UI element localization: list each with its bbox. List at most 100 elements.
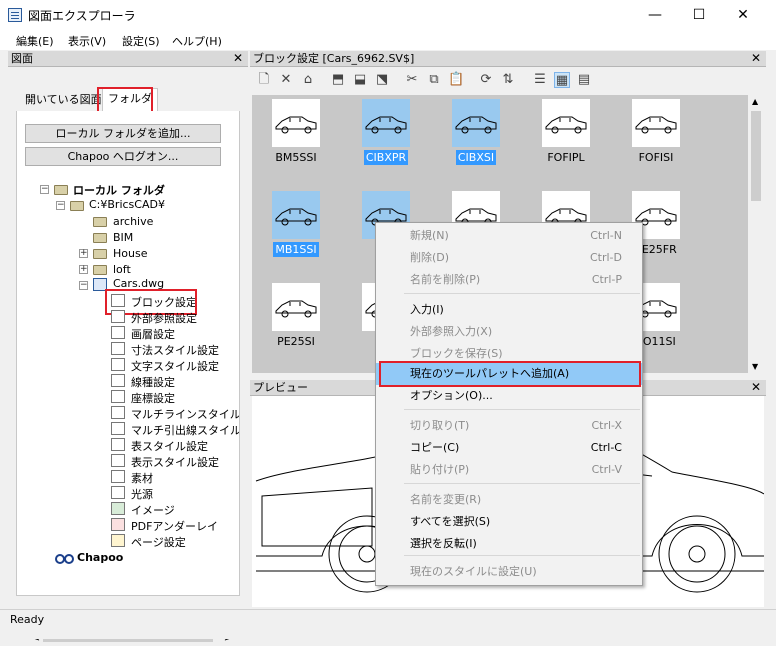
block-vertical-scrollbar[interactable]: ▲ ▼ — [748, 95, 764, 373]
menu-edit[interactable]: 編集(E) — [16, 33, 54, 49]
menu-settings[interactable]: 設定(S) — [122, 33, 160, 49]
block-panel-close-icon[interactable]: ✕ — [751, 51, 761, 66]
expander-cars[interactable]: − — [79, 281, 88, 290]
ctx-copy[interactable]: コピー(C) Ctrl-C — [376, 437, 642, 459]
purge-icon[interactable]: ⌂ — [300, 72, 316, 88]
ctx-invert-selection[interactable]: 選択を反転(I) — [376, 533, 642, 555]
tab-open-drawings[interactable]: 開いている図面 — [20, 90, 107, 112]
tree-layer-settings[interactable]: 画層設定 — [131, 326, 175, 342]
tree-folder-archive[interactable]: archive — [113, 215, 153, 228]
ctx-delete[interactable]: 削除(D) Ctrl-D — [376, 247, 642, 269]
folder-icon — [93, 217, 107, 227]
drawing-panel-close-icon[interactable]: ✕ — [233, 51, 243, 66]
menu-item-label: オプション(O)... — [410, 389, 493, 402]
block-thumbnail[interactable]: FOFISI — [616, 99, 696, 185]
chapoo-logon-button[interactable]: Chapoo へログオン... — [25, 147, 221, 166]
block-thumbnail[interactable]: PE25SI — [256, 283, 336, 369]
menu-separator — [404, 293, 640, 294]
add-local-folder-button[interactable]: ローカル フォルダを追加... — [25, 124, 221, 143]
block-thumbnail[interactable]: CIBXPR — [346, 99, 426, 185]
expander-house[interactable]: + — [79, 249, 88, 258]
ctx-cut[interactable]: 切り取り(T) Ctrl-X — [376, 415, 642, 437]
drawing-panel-title: 図面 — [11, 52, 33, 65]
preview-panel-close-icon[interactable]: ✕ — [751, 380, 761, 395]
car-block-icon — [632, 99, 680, 147]
detail-view-icon[interactable]: ▤ — [576, 72, 592, 88]
text-style-icon — [111, 358, 125, 371]
copy-icon[interactable]: ⧉ — [426, 72, 442, 88]
ctx-options[interactable]: オプション(O)... — [376, 385, 642, 407]
status-text: Ready — [10, 613, 45, 626]
table-style-icon — [111, 438, 125, 451]
ctx-insert[interactable]: 入力(I) — [376, 299, 642, 321]
folder-icon — [93, 265, 107, 275]
tree-dimstyle-settings[interactable]: 寸法スタイル設定 — [131, 342, 219, 358]
block-thumbnail[interactable]: BM5SSI — [256, 99, 336, 185]
ctx-set-current[interactable]: 現在のスタイルに設定(U) — [376, 561, 642, 583]
tree-local-folder[interactable]: ローカル フォルダ — [73, 182, 165, 198]
car-block-icon — [362, 99, 410, 147]
tree-xref-settings[interactable]: 外部参照設定 — [131, 310, 197, 326]
tree-folder-house[interactable]: House — [113, 247, 147, 260]
expander-root[interactable]: − — [56, 201, 65, 210]
ctx-select-all[interactable]: すべてを選択(S) — [376, 511, 642, 533]
scroll-up-icon[interactable]: ▲ — [752, 97, 758, 106]
dimension-style-icon — [111, 342, 125, 355]
save-block-icon[interactable]: ⬔ — [374, 72, 390, 88]
ctx-xref-insert[interactable]: 外部参照入力(X) — [376, 321, 642, 343]
paste-icon[interactable]: 📋 — [448, 72, 464, 88]
expander-loft[interactable]: + — [79, 265, 88, 274]
tree-mleaderstyle-settings[interactable]: マルチ引出線スタイル設定 — [131, 422, 239, 438]
tree-materials[interactable]: 素材 — [131, 470, 153, 486]
refresh-icon[interactable]: ⇅ — [500, 72, 516, 88]
tree-linetype-settings[interactable]: 線種設定 — [131, 374, 175, 390]
insert-icon[interactable]: ⬒ — [330, 72, 346, 88]
menu-item-label: 削除(D) — [410, 251, 450, 264]
tree-folder-bim[interactable]: BIM — [113, 231, 133, 244]
block-thumbnail[interactable]: FOFIPL — [526, 99, 606, 185]
minimize-button[interactable]: — — [632, 0, 678, 30]
tree-folder-loft[interactable]: loft — [113, 263, 131, 276]
tree-pdf-underlays[interactable]: PDFアンダーレイ — [131, 518, 218, 534]
layer-icon — [111, 326, 125, 339]
tree-lights[interactable]: 光源 — [131, 486, 153, 502]
tree-textstyle-settings[interactable]: 文字スタイル設定 — [131, 358, 219, 374]
block-thumbnail[interactable]: CIBXSI — [436, 99, 516, 185]
tree-mlinestyle-settings[interactable]: マルチラインスタイル設定 — [131, 406, 239, 422]
menu-item-label: 名前を変更(R) — [410, 493, 482, 506]
ctx-purge[interactable]: 名前を削除(P) Ctrl-P — [376, 269, 642, 291]
scroll-thumb[interactable] — [751, 111, 761, 201]
list-view-icon[interactable]: ☰ — [532, 72, 548, 88]
thumbnail-view-icon[interactable]: ▦ — [554, 72, 570, 88]
ctx-paste[interactable]: 貼り付け(P) Ctrl-V — [376, 459, 642, 481]
cut-icon[interactable]: ✂ — [404, 72, 420, 88]
menu-item-label: 現在のスタイルに設定(U) — [410, 565, 537, 578]
tree-images[interactable]: イメージ — [131, 502, 175, 518]
tree-chapoo[interactable]: Chapoo — [77, 551, 123, 564]
tree-visualstyle-settings[interactable]: 表示スタイル設定 — [131, 454, 219, 470]
mleaderstyle-icon — [111, 422, 125, 435]
scroll-down-icon[interactable]: ▼ — [752, 362, 758, 371]
expander-local[interactable]: − — [40, 185, 49, 194]
block-toolbar: 🗋 ✕ ⌂ ⬒ ⬓ ⬔ ✂ ⧉ 📋 ⟳ ⇅ ☰ ▦ ▤ — [250, 67, 766, 93]
tree-page-setup[interactable]: ページ設定 — [131, 534, 186, 550]
block-thumbnail[interactable]: MB1SSI — [256, 191, 336, 277]
ctx-rename[interactable]: 名前を変更(R) — [376, 489, 642, 511]
menu-help[interactable]: ヘルプ(H) — [172, 33, 222, 49]
set-current-icon[interactable]: ⟳ — [478, 72, 494, 88]
ctx-new[interactable]: 新規(N) Ctrl-N — [376, 225, 642, 247]
block-label: FOFIPL — [547, 151, 585, 164]
delete-icon[interactable]: ✕ — [278, 72, 294, 88]
close-button[interactable]: ✕ — [720, 0, 766, 30]
tree-root[interactable]: C:¥BricsCAD¥ — [89, 198, 165, 211]
page-setup-icon — [111, 534, 125, 547]
tree-ucs-settings[interactable]: 座標設定 — [131, 390, 175, 406]
menu-view[interactable]: 表示(V) — [68, 33, 106, 49]
block-label: PE25SI — [277, 335, 315, 348]
new-icon[interactable]: 🗋 — [256, 72, 272, 88]
xref-insert-icon[interactable]: ⬓ — [352, 72, 368, 88]
tree-tablestyle-settings[interactable]: 表スタイル設定 — [131, 438, 208, 454]
menu-item-label: 切り取り(T) — [410, 419, 470, 432]
visual-style-icon — [111, 454, 125, 467]
maximize-button[interactable]: ☐ — [676, 0, 722, 30]
